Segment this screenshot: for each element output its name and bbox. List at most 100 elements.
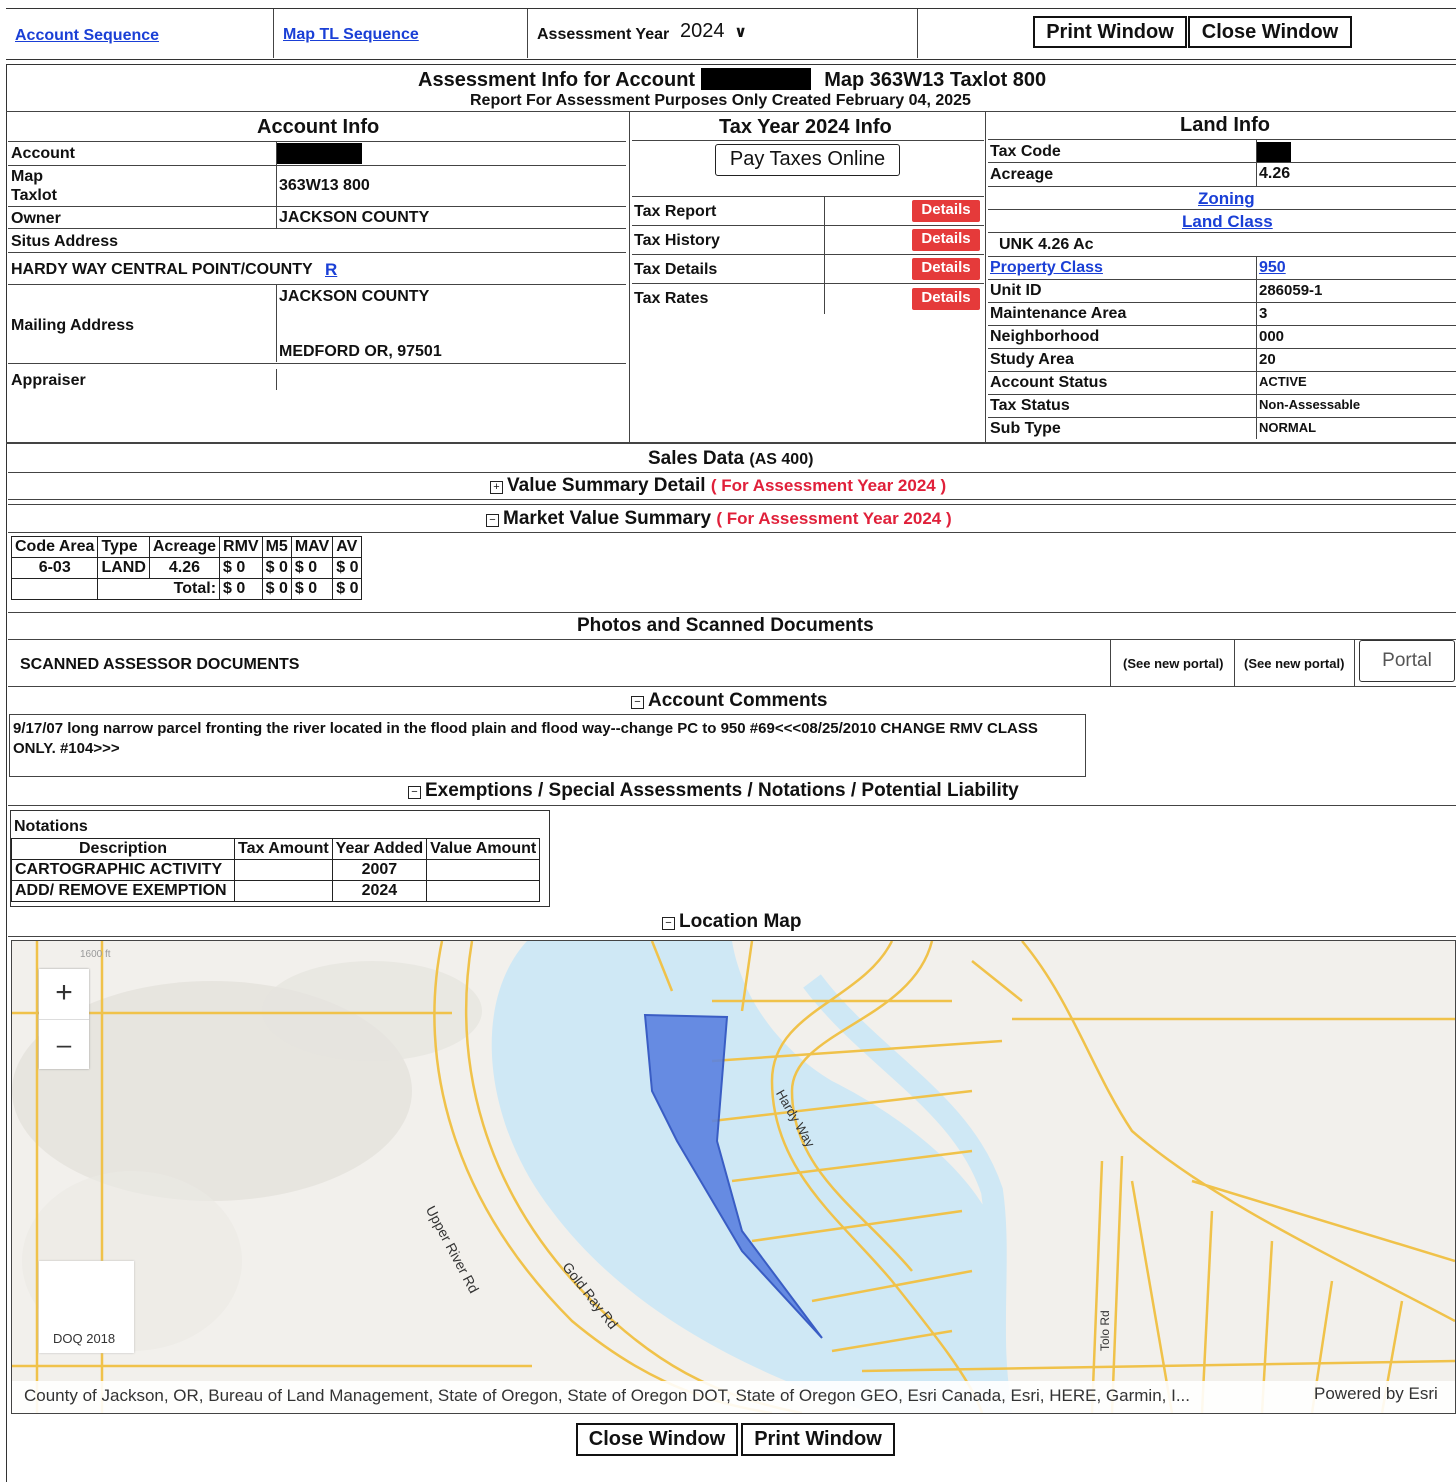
scanned-docs-label: SCANNED ASSESSOR DOCUMENTS [20, 656, 300, 673]
table-cell [234, 859, 333, 881]
comments-title: Account Comments [648, 690, 828, 711]
location-map-toggle[interactable]: − Location Map [662, 911, 801, 933]
table-cell: CARTOGRAPHIC ACTIVITY [11, 859, 235, 881]
portal-button[interactable]: Portal [1359, 640, 1455, 682]
table-header: Description [11, 838, 235, 860]
total-label: Total: [97, 578, 221, 600]
unit-id-label: Unit ID [990, 282, 1042, 299]
table-cell: $ 0 [332, 557, 363, 579]
assessment-year-label: Assessment Year [537, 26, 670, 43]
table-row: ADD/ REMOVE EXEMPTION 2024 [11, 880, 541, 902]
sales-suffix: (AS 400) [749, 451, 814, 468]
situs-r-link[interactable]: R [325, 260, 337, 280]
pay-taxes-online-button[interactable]: Pay Taxes Online [715, 144, 900, 176]
divider [6, 442, 1456, 444]
comments-box: 9/17/07 long narrow parcel fronting the … [9, 714, 1086, 777]
study-area-value: 20 [1259, 351, 1276, 368]
basemap-toggle[interactable]: DOQ 2018 [39, 1261, 134, 1353]
chevron-down-icon: ∨ [734, 24, 748, 41]
notations-label: Notations [14, 818, 88, 835]
see-portal-link[interactable]: (See new portal) [1123, 656, 1223, 671]
table-header-row: Code Area Type Acreage RMV M5 MAV AV [10, 536, 363, 558]
land-info-heading: Land Info [1180, 114, 1270, 136]
comments-text: 9/17/07 long narrow parcel fronting the … [13, 720, 1038, 757]
table-header: M5 [261, 536, 292, 558]
table-cell: $ 0 [290, 557, 334, 579]
tax-status-label: Tax Status [990, 397, 1070, 414]
land-class-link[interactable]: Land Class [1182, 212, 1273, 232]
exemptions-title: Exemptions / Special Assessments / Notat… [425, 780, 1019, 801]
divider [632, 196, 984, 197]
maintenance-area-value: 3 [1259, 305, 1268, 322]
market-value-summary-toggle[interactable]: − Market Value Summary ( For Assessment Y… [486, 508, 952, 530]
redacted-account-block [700, 68, 811, 90]
print-window-button[interactable]: Print Window [1033, 16, 1187, 48]
table-cell [234, 880, 333, 902]
tax-details-details-button[interactable]: Details [912, 258, 980, 280]
tax-history-details-button[interactable]: Details [912, 229, 980, 251]
map-canvas[interactable] [12, 941, 1455, 1413]
doq-label: DOQ 2018 [53, 1331, 116, 1346]
expand-icon: + [490, 481, 503, 494]
table-cell: $ 0 [290, 578, 334, 600]
study-area-label: Study Area [990, 351, 1074, 368]
print-window-button-bottom[interactable]: Print Window [741, 1423, 895, 1456]
exemptions-toggle[interactable]: − Exemptions / Special Assessments / Nota… [408, 780, 1019, 802]
close-window-button-bottom[interactable]: Close Window [576, 1423, 738, 1456]
tax-report-details-button[interactable]: Details [912, 200, 980, 222]
account-sequence-link[interactable]: Account Sequence [15, 27, 159, 45]
value-summary-note: ( For Assessment Year 2024 ) [710, 476, 947, 495]
divider [988, 417, 1456, 418]
see-portal-link[interactable]: (See new portal) [1244, 656, 1344, 671]
situs-address-value: HARDY WAY CENTRAL POINT/COUNTY [11, 261, 313, 278]
zoom-out-button[interactable]: – [39, 1020, 89, 1070]
property-class-value-link[interactable]: 950 [1259, 259, 1286, 277]
close-window-button[interactable]: Close Window [1188, 16, 1352, 48]
divider [8, 206, 626, 207]
collapse-icon: − [408, 786, 421, 799]
map-tl-sequence-link[interactable]: Map TL Sequence [283, 26, 419, 44]
location-map-title: Location Map [679, 911, 802, 932]
table-header: RMV [219, 536, 263, 558]
assessment-year-select[interactable]: 2024 ∨ [680, 20, 756, 48]
zoning-link[interactable]: Zoning [1198, 189, 1255, 209]
table-cell: 2007 [331, 859, 428, 881]
divider [1354, 639, 1355, 686]
divider [632, 283, 984, 284]
report-subtitle: Report For Assessment Purposes Only Crea… [470, 92, 971, 109]
table-header: Acreage [148, 536, 221, 558]
account-info-heading: Account Info [257, 116, 380, 138]
zoom-in-button[interactable]: + [39, 969, 89, 1020]
divider [8, 165, 626, 166]
table-header: Type [97, 536, 150, 558]
divider [8, 686, 1456, 687]
location-map[interactable]: Upper River Rd Gold Ray Rd Hardy Way Tol… [11, 940, 1456, 1414]
table-cell [426, 859, 541, 881]
divider [632, 225, 984, 226]
market-summary-title: Market Value Summary [503, 508, 712, 529]
tax-row-label: Tax Rates [634, 290, 709, 307]
taxlot-label: Taxlot [11, 187, 57, 204]
divider [8, 252, 626, 253]
divider [8, 805, 1456, 806]
powered-by-esri[interactable]: Powered by Esri [1314, 1384, 1438, 1404]
table-cell [10, 578, 99, 600]
value-summary-toggle[interactable]: + Value Summary Detail ( For Assessment Y… [490, 475, 946, 497]
tax-rates-details-button[interactable]: Details [912, 288, 980, 310]
nav-divider [527, 9, 528, 58]
mailing-line-1: JACKSON COUNTY [279, 288, 430, 305]
table-cell: LAND [97, 557, 150, 579]
assessment-year-value: 2024 [680, 20, 725, 42]
table-header: Code Area [10, 536, 99, 558]
account-comments-toggle[interactable]: − Account Comments [631, 690, 827, 712]
sales-data-heading[interactable]: Sales Data (AS 400) [648, 448, 813, 470]
table-cell: $ 0 [219, 578, 263, 600]
title-prefix: Assessment Info for Account [418, 69, 696, 91]
property-class-link[interactable]: Property Class [990, 259, 1103, 277]
divider [988, 371, 1456, 372]
zoom-control: + – [39, 969, 89, 1069]
photos-heading: Photos and Scanned Documents [577, 615, 874, 636]
map-taxlot-value: 363W13 800 [279, 177, 370, 194]
sales-title: Sales Data [648, 448, 745, 469]
owner-value: JACKSON COUNTY [279, 209, 430, 226]
